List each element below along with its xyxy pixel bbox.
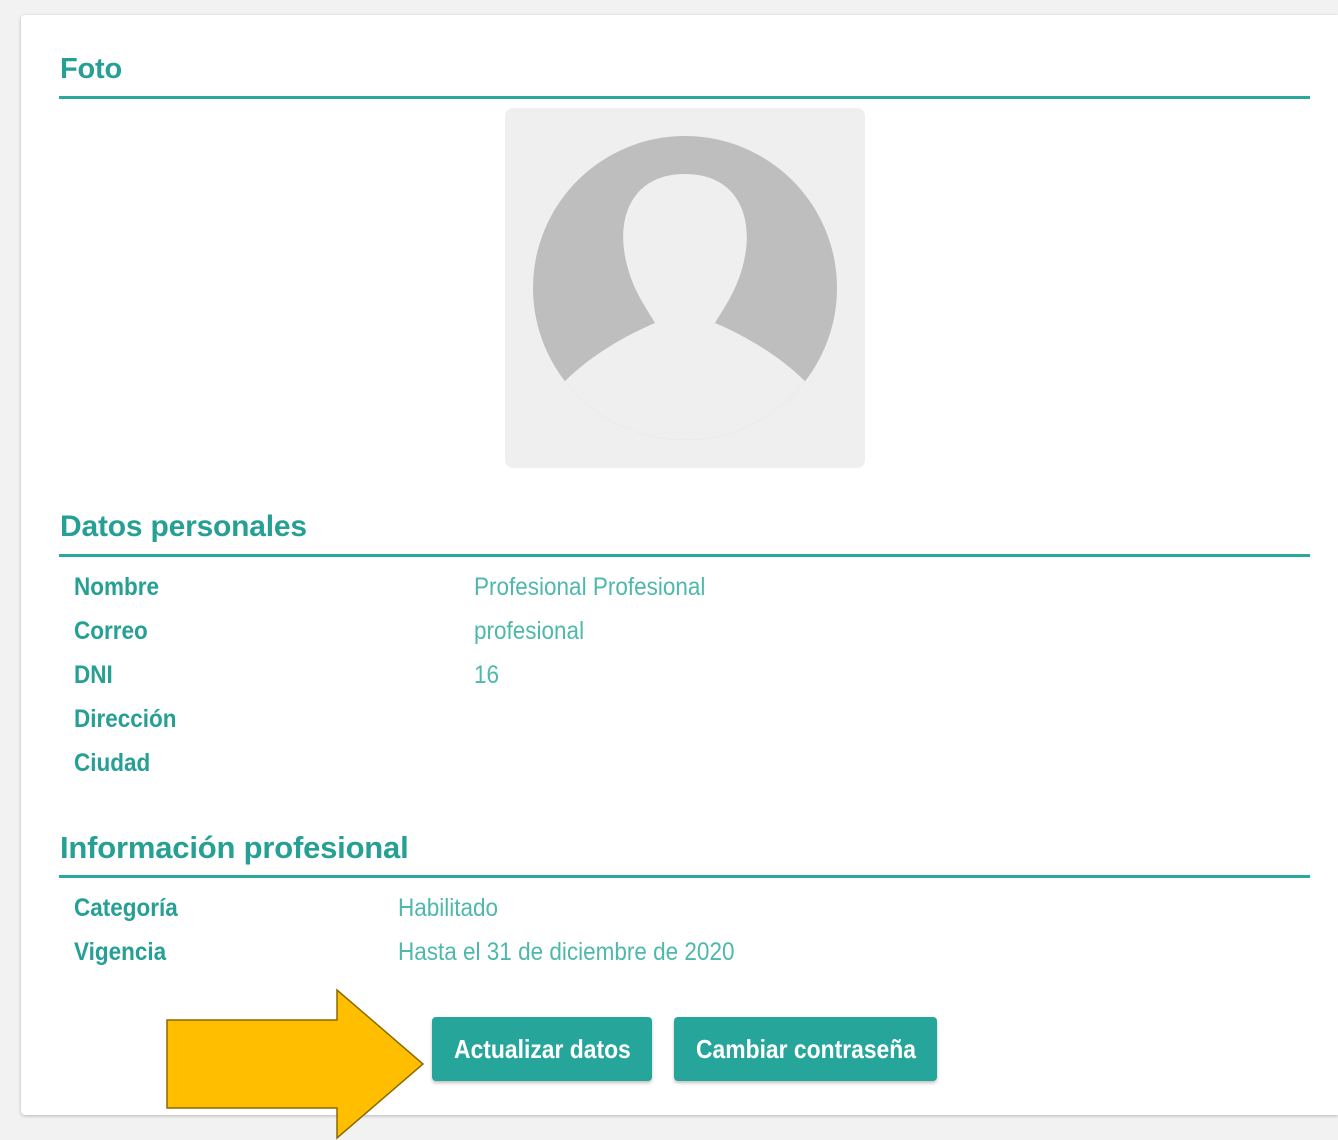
- field-label-nombre: Nombre: [74, 573, 160, 601]
- field-value-categoria: Habilitado: [398, 894, 499, 922]
- section-title-photo: Foto: [60, 53, 123, 85]
- arrow-right-icon: [166, 988, 425, 1140]
- section-divider: [59, 554, 1310, 557]
- field-label-ciudad: Ciudad: [74, 749, 151, 777]
- update-data-button[interactable]: Actualizar datos: [432, 1017, 652, 1081]
- section-title-professional-info: Información profesional: [60, 830, 409, 865]
- section-title-personal-data: Datos personales: [60, 510, 307, 543]
- field-label-dni: DNI: [74, 661, 113, 689]
- field-label-correo: Correo: [74, 617, 148, 645]
- field-value-vigencia: Hasta el 31 de diciembre de 2020: [398, 938, 735, 966]
- default-avatar-icon: [533, 136, 837, 440]
- change-password-button[interactable]: Cambiar contraseña: [674, 1017, 937, 1081]
- section-divider: [59, 96, 1310, 99]
- field-label-direccion: Dirección: [74, 705, 177, 733]
- field-label-categoria: Categoría: [74, 894, 178, 922]
- field-value-correo: profesional: [474, 617, 585, 645]
- change-password-button-label: Cambiar contraseña: [695, 1033, 916, 1064]
- profile-photo[interactable]: [505, 108, 865, 468]
- profile-card: Foto Datos personales Nombre Profesional…: [21, 15, 1338, 1140]
- update-data-button-label: Actualizar datos: [453, 1033, 631, 1064]
- section-divider: [59, 875, 1310, 878]
- field-value-dni: 16: [474, 661, 500, 689]
- field-value-nombre: Profesional Profesional: [474, 573, 706, 601]
- field-label-vigencia: Vigencia: [74, 938, 167, 966]
